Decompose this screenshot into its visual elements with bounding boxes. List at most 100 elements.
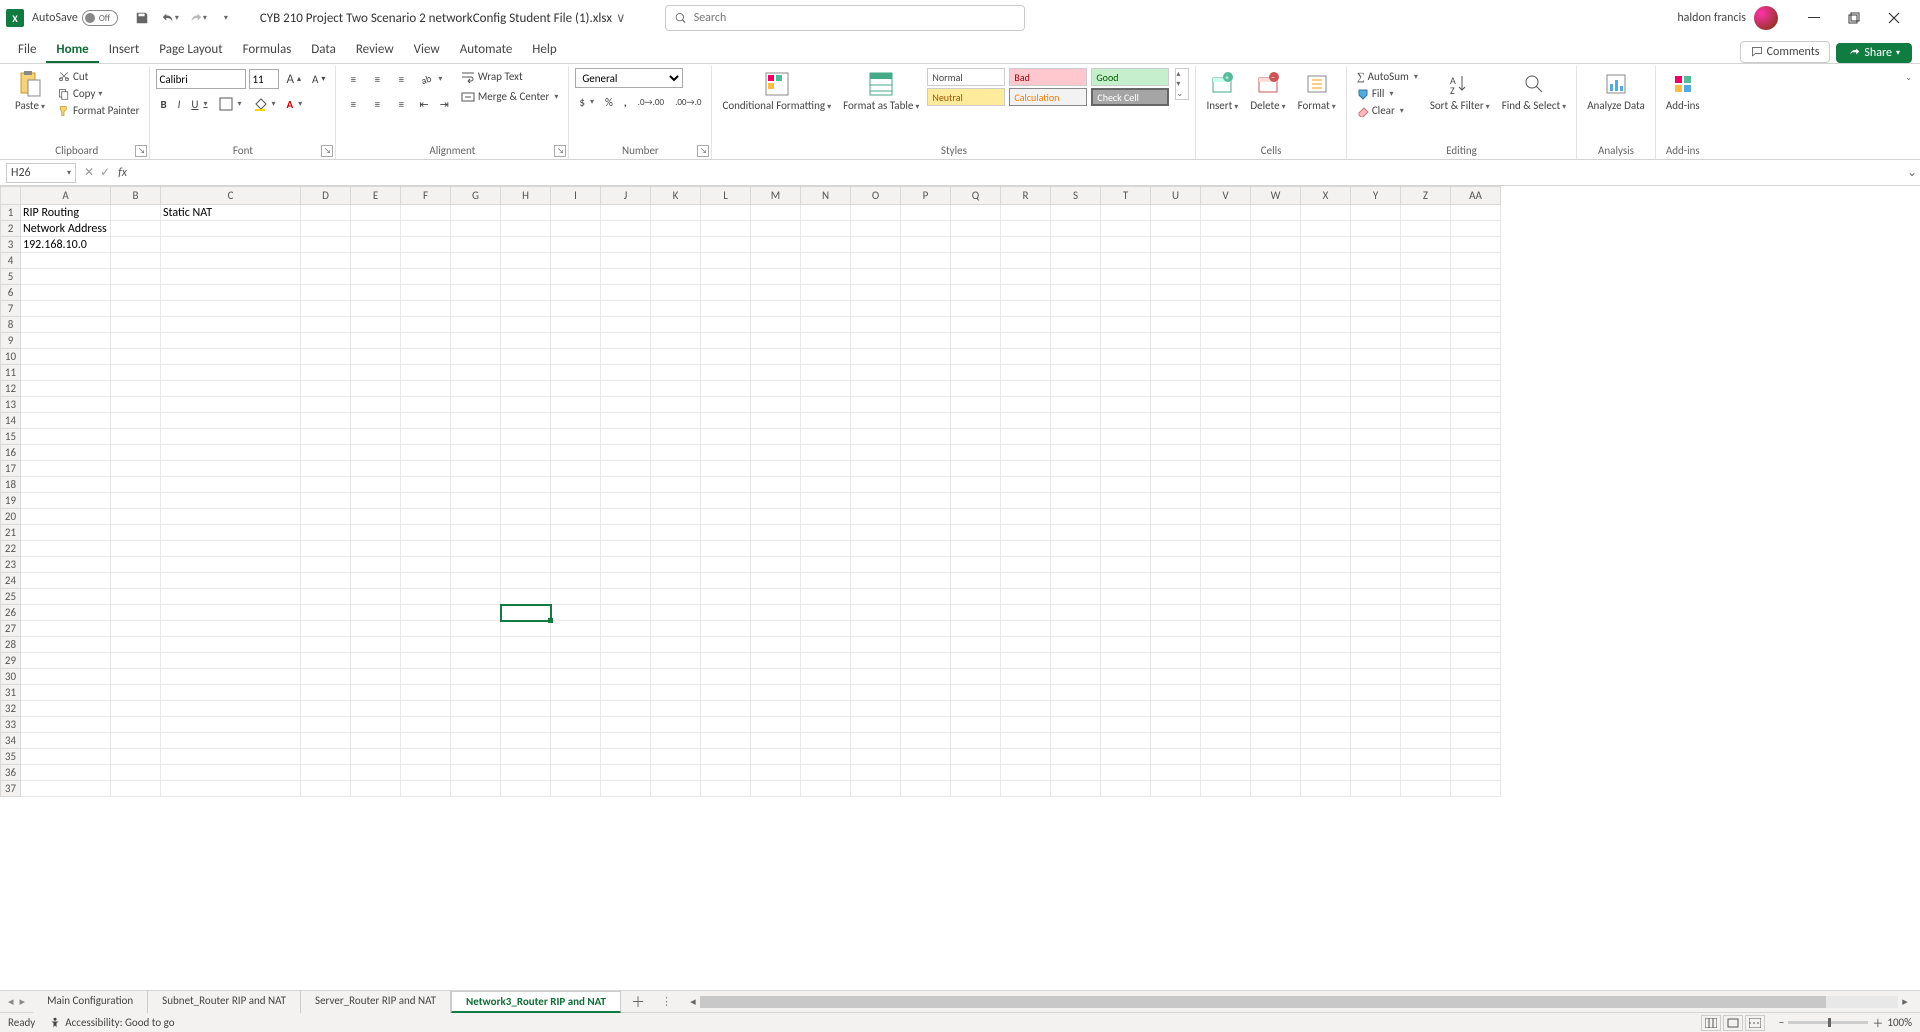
cell[interactable] (351, 493, 401, 509)
cell[interactable] (601, 509, 651, 525)
cell[interactable] (901, 541, 951, 557)
cell[interactable] (601, 221, 651, 237)
cell[interactable] (751, 365, 801, 381)
cell[interactable] (1451, 269, 1501, 285)
cell[interactable] (111, 445, 161, 461)
cell[interactable] (21, 317, 111, 333)
cell[interactable] (161, 253, 301, 269)
cell[interactable] (501, 477, 551, 493)
cell[interactable] (1301, 541, 1351, 557)
autosave-toggle[interactable]: Off (82, 10, 118, 26)
cell[interactable] (601, 333, 651, 349)
cell[interactable] (1201, 221, 1251, 237)
cell[interactable] (301, 509, 351, 525)
row-header[interactable]: 17 (1, 461, 21, 477)
cell[interactable] (551, 413, 601, 429)
row-header[interactable]: 7 (1, 301, 21, 317)
cancel-formula-icon[interactable]: ✕ (84, 165, 94, 180)
cell[interactable] (21, 461, 111, 477)
cell[interactable] (901, 749, 951, 765)
cell[interactable] (1201, 237, 1251, 253)
cell[interactable] (501, 509, 551, 525)
cell[interactable] (901, 429, 951, 445)
cell[interactable] (21, 413, 111, 429)
cell[interactable] (701, 413, 751, 429)
cell[interactable] (161, 573, 301, 589)
row-header[interactable]: 29 (1, 653, 21, 669)
cell[interactable] (1051, 365, 1101, 381)
cell[interactable] (551, 333, 601, 349)
cell[interactable] (1151, 445, 1201, 461)
cell[interactable] (1351, 509, 1401, 525)
cell[interactable] (601, 541, 651, 557)
cell[interactable] (951, 525, 1001, 541)
cell[interactable] (851, 205, 901, 221)
cell[interactable] (1451, 605, 1501, 621)
cell[interactable] (1001, 333, 1051, 349)
cell[interactable] (751, 621, 801, 637)
cell[interactable] (1351, 605, 1401, 621)
cell[interactable] (801, 205, 851, 221)
cell[interactable] (301, 637, 351, 653)
sheet-tab[interactable]: Network3_Router RIP and NAT (451, 991, 621, 1013)
cell[interactable] (351, 637, 401, 653)
cell[interactable] (1051, 781, 1101, 797)
cell[interactable] (651, 237, 701, 253)
cell[interactable] (351, 525, 401, 541)
cell[interactable] (1201, 605, 1251, 621)
cell[interactable] (551, 669, 601, 685)
column-header[interactable]: E (351, 187, 401, 205)
percent-format-icon[interactable]: % (601, 94, 617, 111)
cell[interactable] (851, 637, 901, 653)
cell[interactable] (401, 205, 451, 221)
cell[interactable] (751, 525, 801, 541)
cell[interactable] (21, 605, 111, 621)
cell[interactable] (1301, 429, 1351, 445)
cell[interactable] (1401, 509, 1451, 525)
cell[interactable] (401, 781, 451, 797)
cell[interactable] (111, 317, 161, 333)
cell[interactable] (501, 285, 551, 301)
cell[interactable] (451, 397, 501, 413)
row-header[interactable]: 12 (1, 381, 21, 397)
cell[interactable] (601, 685, 651, 701)
column-header[interactable]: A (21, 187, 111, 205)
cell[interactable] (851, 765, 901, 781)
cell[interactable] (1251, 525, 1301, 541)
cell[interactable] (651, 461, 701, 477)
cell[interactable] (451, 637, 501, 653)
cell[interactable] (451, 749, 501, 765)
cell[interactable] (1051, 205, 1101, 221)
cell[interactable] (801, 573, 851, 589)
cell[interactable] (1101, 589, 1151, 605)
cell[interactable] (1101, 237, 1151, 253)
cell[interactable] (501, 589, 551, 605)
cell[interactable] (1201, 781, 1251, 797)
cell[interactable] (21, 301, 111, 317)
cell[interactable] (301, 365, 351, 381)
cell[interactable] (1401, 365, 1451, 381)
cell[interactable] (351, 669, 401, 685)
cell[interactable] (851, 461, 901, 477)
cell[interactable] (801, 461, 851, 477)
cell[interactable] (651, 269, 701, 285)
cell[interactable] (111, 237, 161, 253)
row-header[interactable]: 36 (1, 765, 21, 781)
column-header[interactable]: O (851, 187, 901, 205)
cell[interactable] (901, 253, 951, 269)
cell[interactable] (951, 781, 1001, 797)
cell[interactable] (501, 749, 551, 765)
align-left-icon[interactable]: ≡ (342, 94, 364, 114)
row-header[interactable]: 32 (1, 701, 21, 717)
cell[interactable] (1301, 349, 1351, 365)
cell[interactable] (1401, 445, 1451, 461)
cell[interactable] (651, 637, 701, 653)
decrease-indent-icon[interactable]: ⇤ (415, 96, 432, 113)
cell[interactable] (451, 621, 501, 637)
cell[interactable] (901, 493, 951, 509)
cell[interactable] (1451, 541, 1501, 557)
cell[interactable] (1201, 253, 1251, 269)
cell[interactable] (951, 605, 1001, 621)
cell[interactable] (551, 381, 601, 397)
cell[interactable] (951, 221, 1001, 237)
